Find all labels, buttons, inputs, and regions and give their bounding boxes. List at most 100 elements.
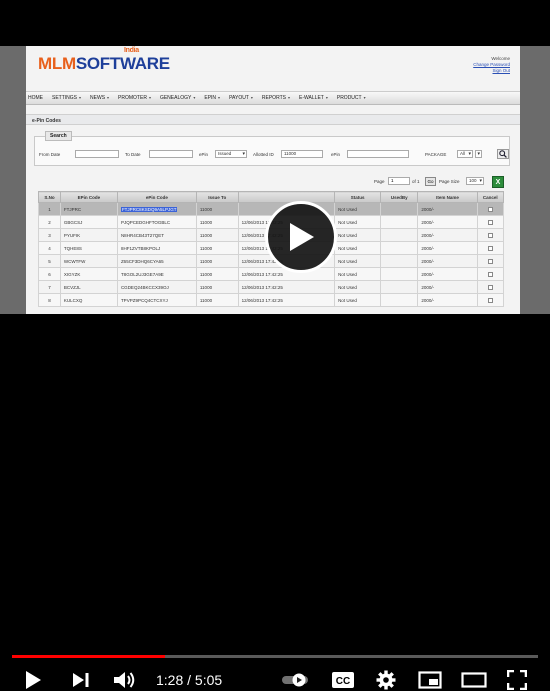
nav-item-label: HOME bbox=[28, 95, 43, 101]
page-input[interactable]: 1 bbox=[388, 177, 410, 185]
video-frame[interactable]: MLMSOFTWARE India Welcome Change Passwor… bbox=[0, 46, 550, 314]
cancel-checkbox[interactable] bbox=[487, 271, 493, 277]
to-date-input[interactable] bbox=[149, 150, 193, 158]
nav-item-label: EPIN bbox=[204, 95, 217, 101]
search-panel: Search From Date To Date ePin Issued All… bbox=[34, 131, 510, 166]
package-select-arrow[interactable] bbox=[475, 150, 482, 158]
page-title: e-Pin Codes bbox=[26, 114, 520, 125]
col-cancel[interactable]: Cancel bbox=[476, 191, 505, 203]
to-date-label: To Date bbox=[125, 152, 141, 157]
cell-text: 2000/- bbox=[421, 232, 435, 238]
nav-item-label: NEWS bbox=[90, 95, 106, 101]
cell-used bbox=[380, 267, 419, 281]
cell-text: 5 bbox=[48, 258, 51, 264]
col-code[interactable]: EPin Code bbox=[59, 191, 118, 203]
cancel-checkbox[interactable] bbox=[487, 284, 493, 290]
nav-item-settings[interactable]: SETTINGS ▾ bbox=[52, 95, 81, 101]
allotted-id-input[interactable]: 11000 bbox=[281, 150, 323, 158]
cancel-checkbox[interactable] bbox=[487, 219, 493, 225]
cell-text: 11000 bbox=[199, 258, 213, 264]
col-status[interactable]: Status bbox=[334, 191, 382, 203]
cell-cancel bbox=[476, 241, 505, 255]
cell-text: Not Used bbox=[338, 297, 357, 303]
col-usedby[interactable]: UsedBy bbox=[380, 191, 419, 203]
from-date-input[interactable] bbox=[75, 150, 119, 158]
cell-text: 2 bbox=[48, 219, 51, 225]
cell-text: 2000/- bbox=[421, 245, 435, 251]
nav-item-e-wallet[interactable]: E-WALLET ▾ bbox=[299, 95, 328, 101]
cell-code: XIGYZK bbox=[59, 267, 118, 281]
epin-status-select[interactable]: Issued bbox=[215, 150, 247, 158]
play-overlay-button[interactable] bbox=[265, 201, 337, 273]
cell-issue: 11000 bbox=[195, 293, 239, 307]
table-row[interactable]: 1 FTJPRC FTJPRC8KSDQ9A5LPJGT 11000 Not Used 2… bbox=[38, 202, 505, 216]
nav-item-epin[interactable]: EPIN ▾ bbox=[204, 95, 220, 101]
nav-item-label: GENEALOGY bbox=[159, 95, 192, 101]
time-current: 1:28 bbox=[156, 672, 184, 688]
volume-icon[interactable] bbox=[112, 669, 138, 691]
miniplayer-icon[interactable] bbox=[417, 670, 443, 690]
cell-item: 2000/- bbox=[417, 267, 478, 281]
cell-issue: 11000 bbox=[195, 254, 239, 268]
cell-status: Not Used bbox=[334, 280, 382, 294]
captions-icon[interactable]: CC bbox=[331, 670, 355, 690]
table-row[interactable]: 8 KULCXQ TPVPZ9PCQ4CTCXYJ 11000 12/06/2013 1… bbox=[38, 293, 505, 307]
nav-item-home[interactable]: HOME bbox=[28, 95, 43, 101]
player-controls: 1:28 / 5:05 CC bbox=[0, 314, 550, 690]
progress-bar[interactable] bbox=[12, 655, 538, 658]
cell-item: 2000/- bbox=[417, 202, 478, 216]
cell-used bbox=[380, 215, 419, 229]
nav-item-label: PROMOTER bbox=[118, 95, 147, 101]
excel-export-icon[interactable]: X bbox=[492, 176, 504, 188]
page-count: of 1 bbox=[412, 179, 420, 184]
cancel-checkbox[interactable] bbox=[487, 245, 493, 251]
allotted-id-label: Allotted ID bbox=[253, 152, 274, 157]
col-item[interactable]: Item Name bbox=[417, 191, 478, 203]
nav-item-reports[interactable]: REPORTS ▾ bbox=[262, 95, 290, 101]
col-issue[interactable]: Issue To bbox=[195, 191, 239, 203]
cell-status: Not Used bbox=[334, 228, 382, 242]
play-icon[interactable] bbox=[22, 669, 44, 691]
cancel-checkbox[interactable] bbox=[487, 232, 493, 238]
table-row[interactable]: 7 BCVZJL CGDEQ24BKCCX39OJ 11000 12/06/2013 1… bbox=[38, 280, 505, 294]
page-size-select[interactable]: 100 bbox=[466, 177, 484, 185]
nav-item-payout[interactable]: PAYOUT ▾ bbox=[229, 95, 253, 101]
col-date[interactable] bbox=[237, 191, 336, 203]
cell-sno: 7 bbox=[38, 280, 61, 294]
theater-icon[interactable] bbox=[461, 670, 487, 690]
nav-item-product[interactable]: PRODUCT ▾ bbox=[337, 95, 366, 101]
package-select[interactable]: All bbox=[457, 150, 473, 158]
cell-text: 8 bbox=[48, 297, 51, 303]
cell-text[interactable]: FTJPRC8KSDQ9A5LPJGT bbox=[120, 206, 178, 212]
autoplay-toggle-icon[interactable] bbox=[281, 672, 311, 688]
nav-item-promoter[interactable]: PROMOTER ▾ bbox=[118, 95, 151, 101]
cell-code: TQHE8S bbox=[59, 241, 118, 255]
page-size-label: Page Size bbox=[439, 179, 460, 184]
chevron-down-icon: ▾ bbox=[79, 95, 82, 100]
cell-status: Not Used bbox=[334, 241, 382, 255]
search-icon[interactable] bbox=[497, 149, 509, 159]
cancel-checkbox[interactable] bbox=[487, 206, 493, 212]
col-sno[interactable]: S.No bbox=[38, 191, 61, 203]
sign-out-link[interactable]: Sign Out bbox=[473, 68, 510, 74]
brand-logo: MLMSOFTWARE India bbox=[38, 47, 170, 74]
col-epin[interactable]: ePin Code bbox=[116, 191, 197, 203]
go-button[interactable]: Go bbox=[425, 177, 436, 186]
settings-icon[interactable] bbox=[375, 669, 397, 691]
nav-item-news[interactable]: NEWS ▾ bbox=[90, 95, 109, 101]
next-icon[interactable] bbox=[70, 669, 92, 691]
chevron-down-icon: ▾ bbox=[193, 95, 196, 100]
cancel-checkbox[interactable] bbox=[487, 297, 493, 303]
table-row[interactable]: 6 XIGYZK T8GOL2UJ3GE7A9E 11000 12/06/2013 17… bbox=[38, 267, 505, 281]
cell-issue: 11000 bbox=[195, 280, 239, 294]
fullscreen-icon[interactable] bbox=[506, 669, 528, 691]
chevron-down-icon: ▾ bbox=[325, 95, 328, 100]
epin-code-input[interactable] bbox=[347, 150, 409, 158]
cell-text: Not Used bbox=[338, 206, 357, 212]
cell-text: 4 bbox=[48, 245, 51, 251]
cell-code: PYUFIK bbox=[59, 228, 118, 242]
nav-item-genealogy[interactable]: GENEALOGY ▾ bbox=[160, 95, 195, 101]
time-separator: / bbox=[183, 672, 195, 688]
cancel-checkbox[interactable] bbox=[487, 258, 493, 264]
table-header-row: S.No EPin Code ePin Code Issue To Status… bbox=[38, 191, 505, 203]
